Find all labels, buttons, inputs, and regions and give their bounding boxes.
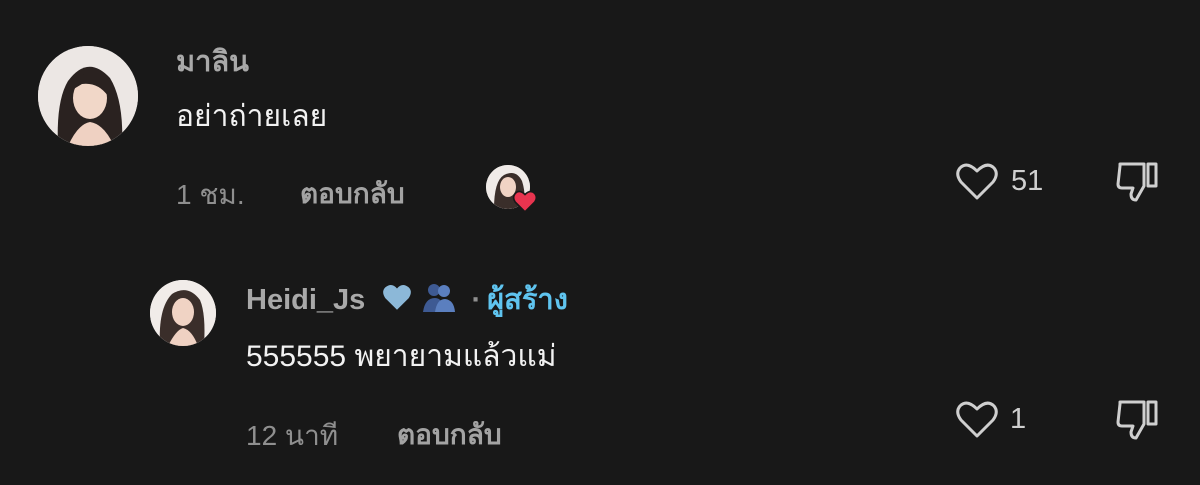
heart-outline-icon <box>956 163 998 200</box>
reply-text: 555555 พยายามแล้วแม่ <box>246 340 557 373</box>
avatar[interactable] <box>150 280 216 346</box>
reply-username[interactable]: Heidi_Js <box>246 284 365 316</box>
thumbs-down-icon <box>1116 400 1158 440</box>
blue-heart-emoji <box>381 282 413 320</box>
comment-username[interactable]: มาลิน <box>176 38 249 84</box>
creator-label: ผู้สร้าง <box>487 284 568 316</box>
heart-outline-icon <box>956 401 998 438</box>
comment-text: อย่าถ่ายเลย <box>176 100 328 133</box>
avatar-image <box>150 280 216 346</box>
reply-username-row: Heidi_Js · ผู้สร้าง <box>246 276 568 322</box>
reply-button[interactable]: ตอบกลับ <box>300 172 405 216</box>
like-button[interactable] <box>953 160 1001 202</box>
creator-liked-badge <box>486 165 540 215</box>
heart-icon <box>512 190 538 213</box>
avatar[interactable] <box>38 46 138 146</box>
like-count: 1 <box>1010 403 1027 435</box>
avatar-image <box>38 46 138 146</box>
dislike-button[interactable] <box>1114 158 1162 204</box>
people-hugging-emoji <box>421 282 457 320</box>
reply-timestamp: 12 นาที <box>246 420 339 451</box>
comment-timestamp: 1 ชม. <box>176 179 245 210</box>
dislike-button[interactable] <box>1114 396 1162 442</box>
reply-button[interactable]: ตอบกลับ <box>397 413 502 457</box>
separator-dot: · <box>471 284 482 316</box>
like-count: 51 <box>1011 165 1044 197</box>
thumbs-down-icon <box>1116 162 1158 202</box>
like-button[interactable] <box>953 398 1001 440</box>
